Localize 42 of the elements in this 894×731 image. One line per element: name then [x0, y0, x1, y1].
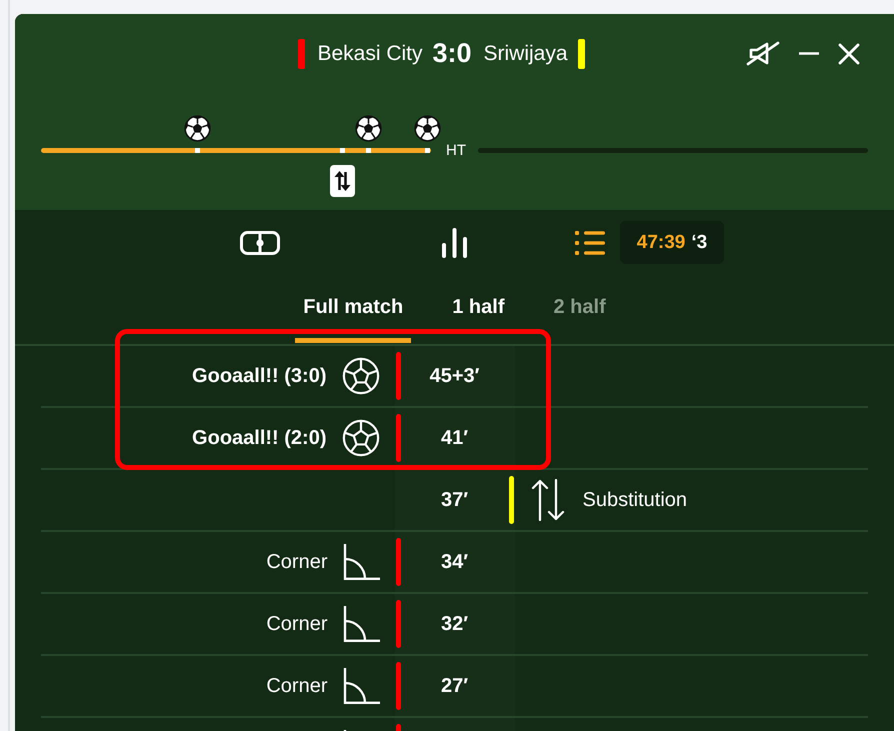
added-time: ‘3 — [691, 232, 708, 254]
minimize-icon — [799, 52, 819, 55]
match-score: 3:0 — [432, 38, 472, 69]
pitch-icon — [240, 230, 280, 254]
pitch-view-tab[interactable] — [240, 230, 280, 254]
event-label: Substitution — [582, 488, 688, 512]
up-down-arrows-icon — [530, 479, 566, 521]
event-minute: 32′ — [440, 612, 470, 636]
substitution-icon — [330, 165, 355, 197]
muted-speaker-icon — [746, 41, 780, 66]
event-minute: 27′ — [440, 674, 470, 698]
corner-arc-icon — [342, 544, 380, 580]
event-label: Corner — [266, 612, 328, 636]
event-label: Gooaall!! (2:0) — [192, 426, 326, 450]
clock-time: 47:39 — [636, 232, 686, 254]
event-label: Corner — [266, 674, 328, 698]
soccer-ball-icon — [355, 115, 382, 142]
stats-view-tab[interactable] — [441, 228, 468, 258]
soccer-ball-icon — [184, 115, 210, 142]
home-team-name: Bekasi City — [317, 42, 422, 66]
event-minute: 45+3′ — [428, 364, 480, 388]
event-label: Corner — [266, 550, 328, 574]
event-minute: 41′ — [440, 426, 470, 450]
soccer-ball-icon — [342, 357, 380, 395]
corner-arc-icon — [342, 606, 380, 642]
bar-chart-icon — [441, 228, 468, 258]
close-icon — [838, 42, 860, 64]
close-button[interactable] — [838, 42, 860, 64]
half-time-label: HT — [446, 142, 466, 159]
event-minute: 34′ — [440, 550, 470, 574]
event-minute: 37′ — [440, 488, 470, 512]
corner-arc-icon — [342, 668, 380, 704]
minimize-button[interactable] — [799, 52, 819, 55]
away-team-name: Sriwijaya — [484, 42, 568, 66]
events-view-tab[interactable] — [574, 230, 605, 254]
event-label: Gooaall!! (3:0) — [192, 364, 326, 388]
soccer-ball-icon — [342, 419, 380, 457]
soccer-ball-icon — [414, 115, 442, 142]
list-icon — [574, 230, 605, 254]
mute-button[interactable] — [746, 41, 780, 66]
period-tab[interactable]: 1 half — [444, 282, 512, 343]
period-tab[interactable]: Full match — [295, 282, 412, 343]
